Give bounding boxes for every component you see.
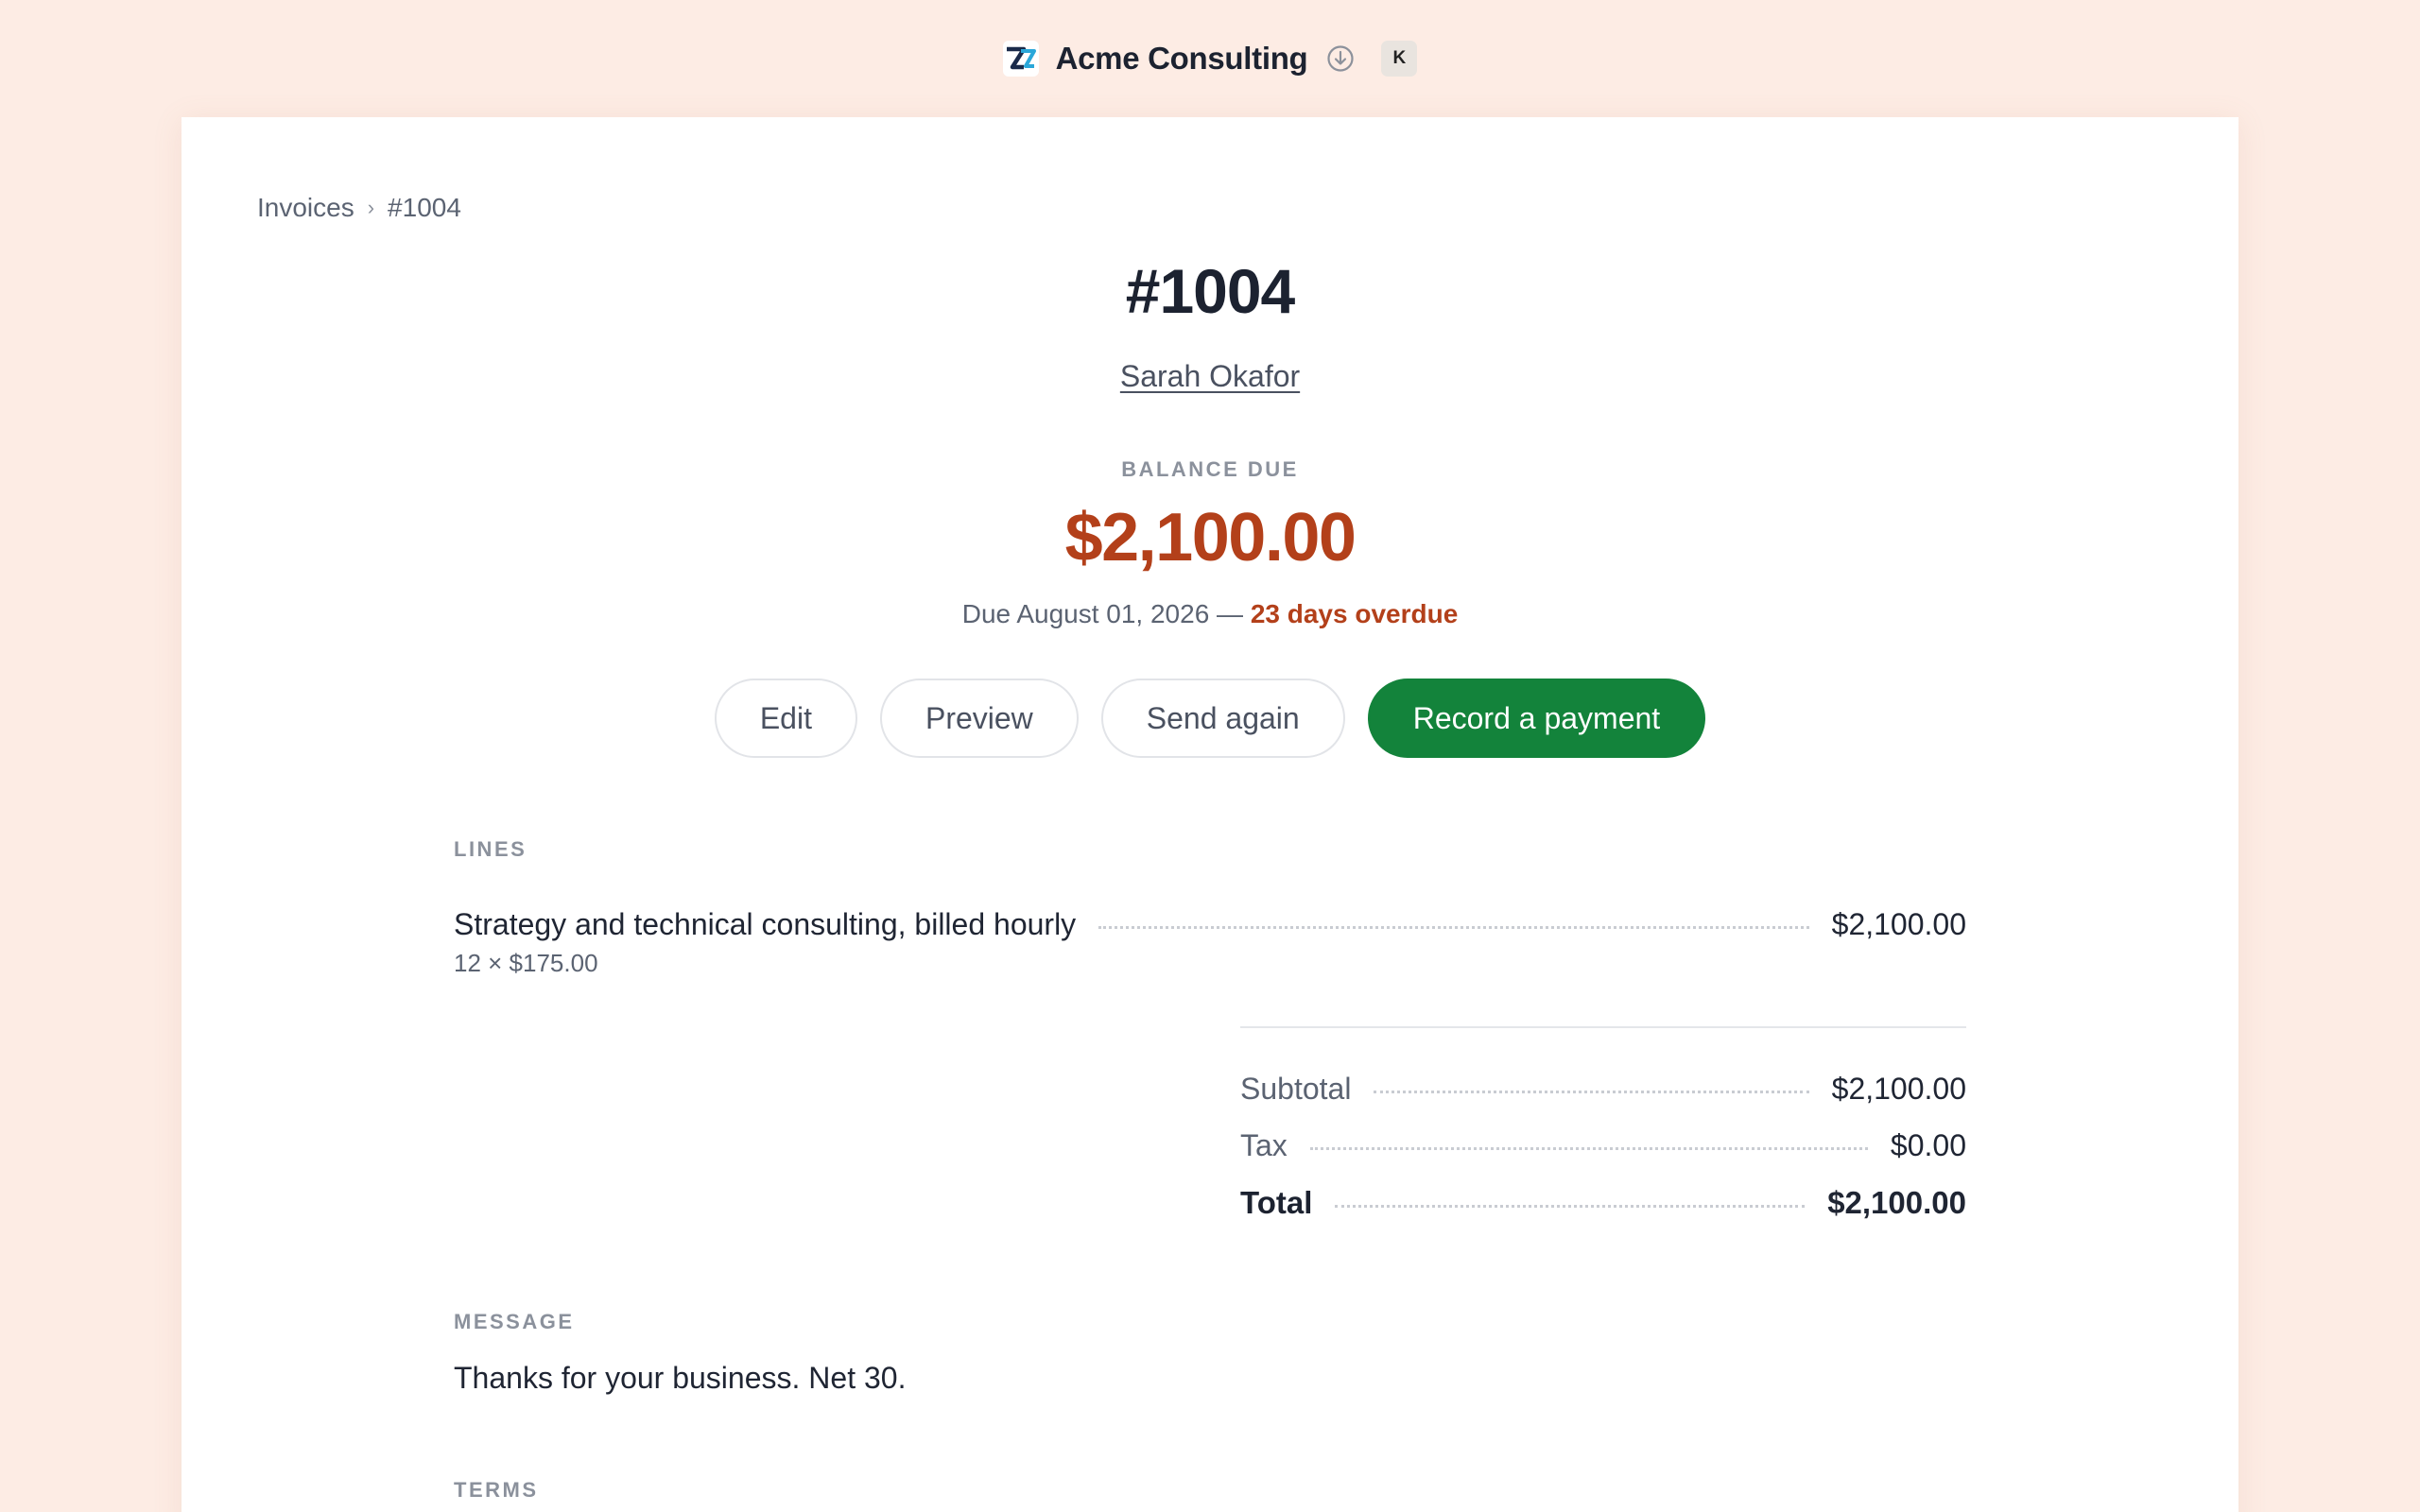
due-date-text: Due August 01, 2026 —: [961, 599, 1244, 628]
terms-section-label: TERMS: [454, 1478, 539, 1502]
lines-section-label: LINES: [454, 837, 527, 861]
zed-logo-icon: [1002, 41, 1039, 77]
customer-link[interactable]: Sarah Okafor: [1120, 359, 1300, 393]
line-item: Strategy and technical consulting, bille…: [454, 907, 1966, 942]
dotted-leader: [1335, 1205, 1806, 1208]
record-payment-button[interactable]: Record a payment: [1367, 679, 1706, 758]
breadcrumb-current: #1004: [388, 193, 461, 222]
chevron-right-icon: ›: [367, 196, 375, 219]
subtotal-value: $2,100.00: [1831, 1072, 1966, 1106]
dotted-leader: [1309, 1147, 1868, 1150]
message-section-label: MESSAGE: [454, 1310, 575, 1333]
message-text: Thanks for your business. Net 30.: [454, 1361, 907, 1395]
subtotal-label: Subtotal: [1240, 1072, 1352, 1106]
preview-button[interactable]: Preview: [879, 679, 1079, 758]
page-title: #1004: [1125, 256, 1296, 326]
top-bar: Acme Consulting K: [0, 0, 2420, 117]
tax-value: $0.00: [1890, 1128, 1966, 1162]
breadcrumb: Invoices › #1004: [257, 193, 461, 223]
edit-button[interactable]: Edit: [714, 679, 857, 758]
send-again-button[interactable]: Send again: [1100, 679, 1345, 758]
dotted-leader: [1098, 926, 1809, 929]
total-row: Total $2,100.00: [1240, 1185, 1966, 1221]
avatar[interactable]: K: [1381, 41, 1418, 77]
invoice-card: Invoices › #1004 #1004 Sarah Okafor BALA…: [182, 117, 2238, 1512]
line-item-description: Strategy and technical consulting, bille…: [454, 907, 1077, 941]
dotted-leader: [1374, 1091, 1809, 1093]
action-bar: Edit Preview Send again Record a payment: [182, 679, 2238, 758]
balance-due-amount: $2,100.00: [1064, 500, 1357, 576]
tax-label: Tax: [1240, 1128, 1288, 1162]
total-value: $2,100.00: [1827, 1185, 1966, 1220]
brand-name: Acme Consulting: [1055, 41, 1308, 76]
customer-name: Sarah Okafor: [182, 359, 2238, 394]
brand[interactable]: Acme Consulting: [1002, 41, 1308, 77]
download-circle-icon[interactable]: [1326, 44, 1355, 73]
totals-divider: [1240, 1026, 1966, 1028]
breadcrumb-invoices-link[interactable]: Invoices: [257, 193, 354, 223]
subtotal-row: Subtotal $2,100.00: [1240, 1072, 1966, 1107]
tax-row: Tax $0.00: [1240, 1128, 1966, 1163]
line-item-detail: 12 × $175.00: [454, 949, 598, 977]
overdue-badge: 23 days overdue: [1250, 599, 1459, 628]
balance-due-label: BALANCE DUE: [1121, 457, 1299, 481]
due-date-line: Due August 01, 2026 — 23 days overdue: [182, 599, 2238, 629]
line-item-amount: $2,100.00: [1831, 907, 1966, 941]
total-label: Total: [1240, 1185, 1313, 1220]
